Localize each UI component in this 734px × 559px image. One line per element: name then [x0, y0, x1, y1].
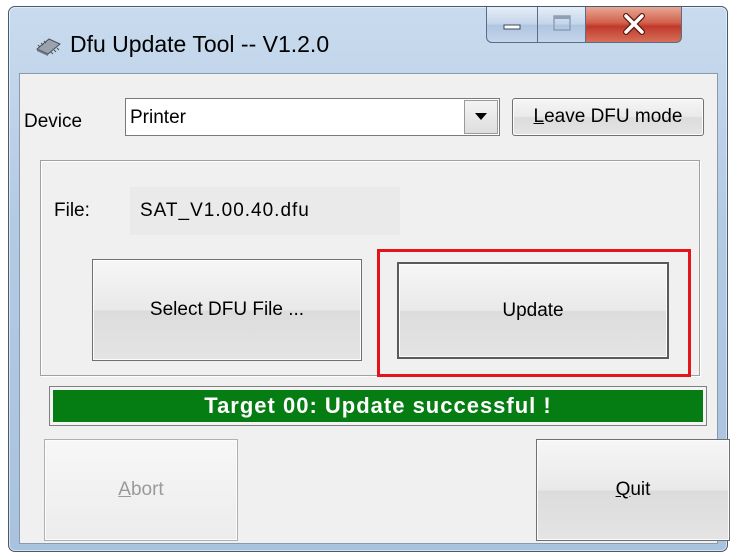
update-highlight-box — [377, 249, 691, 377]
select-dfu-file-button[interactable]: Select DFU File ... — [92, 259, 362, 361]
abort-label: Abort — [118, 479, 164, 500]
leave-dfu-mode-button[interactable]: Leave DFU mode — [512, 98, 704, 136]
maximize-button[interactable] — [538, 7, 586, 43]
chip-icon — [33, 35, 63, 57]
minimize-button[interactable] — [486, 7, 538, 43]
dialog-content: Device Printer Leave DFU mode File: SAT_… — [19, 73, 730, 544]
file-name-value: SAT_V1.00.40.dfu — [130, 187, 400, 235]
quit-button[interactable]: Quit — [536, 439, 730, 541]
chevron-down-icon — [475, 113, 487, 120]
status-message: Target 00: Update successful ! — [53, 390, 703, 422]
close-button[interactable] — [586, 7, 682, 43]
device-label: Device — [24, 111, 83, 132]
quit-label: Quit — [615, 479, 651, 500]
status-progress-bar: Target 00: Update successful ! — [49, 386, 707, 426]
device-dropdown-button[interactable] — [464, 100, 498, 134]
abort-button[interactable]: Abort — [44, 439, 238, 541]
file-label: File: — [54, 200, 90, 221]
device-select[interactable]: Printer — [125, 98, 500, 136]
device-select-value: Printer — [130, 107, 186, 128]
window-title: Dfu Update Tool -- V1.2.0 — [70, 31, 330, 57]
dfu-update-tool-window: Dfu Update Tool -- V1.2.0 Device Printer — [8, 6, 730, 552]
leave-dfu-mode-label: Leave DFU mode — [533, 106, 683, 127]
